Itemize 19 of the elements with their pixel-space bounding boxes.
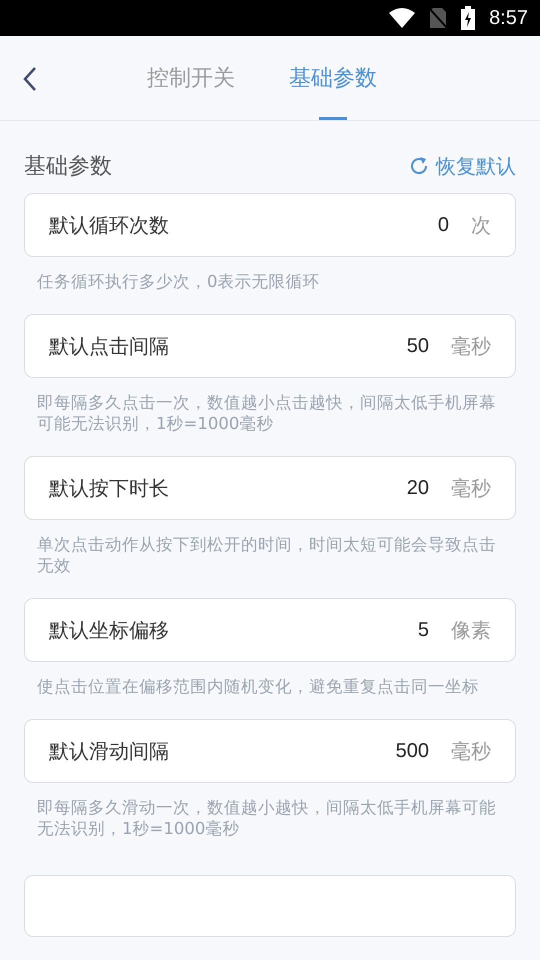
hint-text: 使点击位置在偏移范围内随机变化，避免重复点击同一坐标 (36, 676, 480, 698)
param-field[interactable]: 默认坐标偏移 5 像素 (24, 598, 516, 662)
battery-charging-icon (461, 6, 476, 30)
hint-text: 即每隔多久滑动一次，数值越小越快，间隔太低手机屏幕可能无法识别，1秒=1000毫秒 (36, 797, 497, 840)
status-time: 8:57 (489, 6, 528, 30)
hint-text: 即每隔多久点击一次，数值越小点击越快，间隔太低手机屏幕可能无法识别，1秒=1000毫秒 (36, 392, 497, 435)
param-field[interactable]: 默认按下时长 20 毫秒 (24, 456, 516, 520)
param-field[interactable] (24, 875, 516, 937)
refresh-icon (408, 155, 430, 177)
back-icon[interactable] (22, 66, 38, 92)
hint-text: 单次点击动作从按下到松开的时间，时间太短可能会导致点击无效 (36, 534, 497, 577)
wifi-icon (389, 8, 416, 28)
section-title: 基础参数 (24, 153, 112, 181)
hint-text: 任务循环执行多少次，0表示无限循环 (36, 271, 320, 293)
tab-indicator (319, 117, 347, 120)
no-sim-icon (429, 7, 448, 29)
param-field[interactable]: 默认点击间隔 50 毫秒 (24, 314, 516, 378)
param-field[interactable]: 默认滑动间隔 500 毫秒 (24, 719, 516, 783)
param-field[interactable]: 默认循环次数 0 次 (24, 193, 516, 257)
